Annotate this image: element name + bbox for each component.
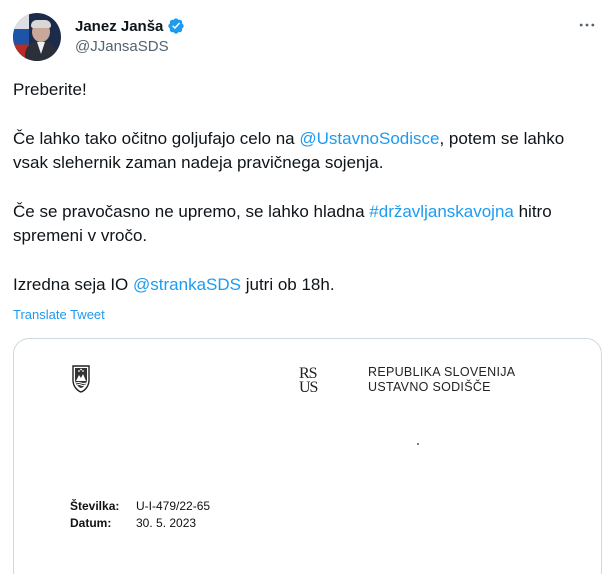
tweet-text-span: Izredna seja IO	[13, 275, 134, 294]
tweet-paragraph-2: Če lahko tako očitno goljufajo celo na @…	[13, 127, 603, 175]
tweet-paragraph-1: Preberite!	[13, 78, 603, 102]
document-date-row: Datum: 30. 5. 2023	[70, 516, 196, 530]
logo-bottom-text: US	[299, 379, 318, 396]
document-date-label: Datum:	[70, 516, 112, 530]
document-mark	[417, 443, 419, 445]
avatar[interactable]	[13, 13, 61, 61]
tweet-text: Preberite! Če lahko tako očitno goljufaj…	[13, 78, 603, 297]
court-name-line-2: USTAVNO SODIŠČE	[368, 380, 491, 394]
attached-document-image[interactable]: RS US REPUBLIKA SLOVENIJA USTAVNO SODIŠČ…	[13, 338, 602, 574]
tweet-paragraph-3: Če se pravočasno ne upremo, se lahko hla…	[13, 200, 603, 248]
tweet-text-span: Če se pravočasno ne upremo, se lahko hla…	[13, 202, 370, 221]
tweet-text-span: jutri ob 18h.	[240, 275, 335, 294]
court-name-line-1: REPUBLIKA SLOVENIJA	[368, 365, 516, 379]
verified-badge-icon	[167, 17, 185, 35]
mention-link-strankasds[interactable]: @strankaSDS	[133, 275, 241, 294]
tweet-header: Janez Janša @JJansaSDS	[0, 0, 610, 74]
document-number-value: U-I-479/22-65	[136, 499, 211, 513]
author-name-row[interactable]: Janez Janša	[75, 15, 185, 37]
coat-of-arms-icon	[72, 365, 90, 393]
translate-tweet-link[interactable]: Translate Tweet	[13, 307, 105, 322]
hashtag-link[interactable]: #državljanskavojna	[369, 202, 514, 221]
avatar-hair	[31, 20, 51, 28]
tweet-paragraph-4: Izredna seja IO @strankaSDS jutri ob 18h…	[13, 273, 603, 297]
more-options-icon[interactable]	[576, 14, 598, 36]
document-number-label: Številka:	[70, 499, 120, 513]
author-display-name[interactable]: Janez Janša	[75, 18, 163, 35]
author-handle[interactable]: @JJansaSDS	[75, 38, 169, 55]
mention-link-ustavnosodisce[interactable]: @UstavnoSodisce	[299, 129, 439, 148]
tweet-text-span: Če lahko tako očitno goljufajo celo na	[13, 129, 300, 148]
tweet-text-span: Preberite!	[13, 80, 87, 99]
constitutional-court-logo: RS US	[299, 366, 318, 396]
document-date-value: 30. 5. 2023	[136, 516, 197, 530]
document-number-row: Številka: U-I-479/22-65	[70, 499, 210, 513]
